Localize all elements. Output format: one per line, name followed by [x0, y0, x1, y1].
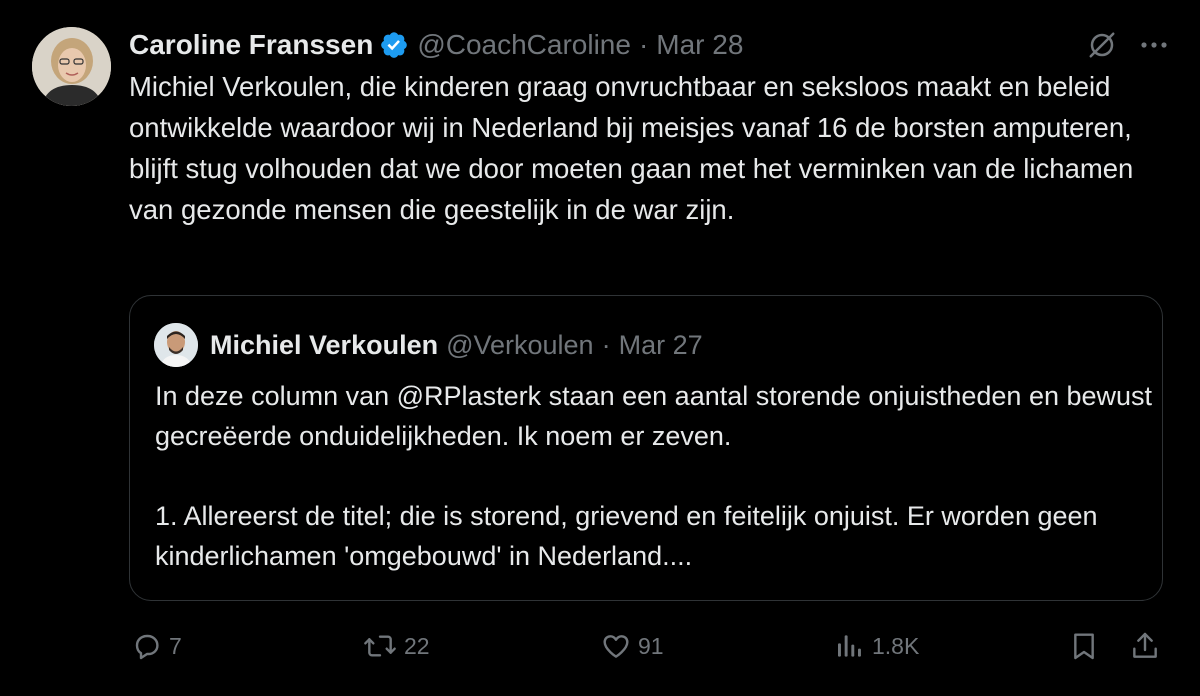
quote-date: Mar 27 — [618, 329, 703, 360]
author-avatar[interactable] — [32, 27, 111, 106]
quote-author-handle: @Verkoulen — [446, 329, 594, 360]
quote-paragraph-1: In deze column van @RPlasterk staan een … — [155, 381, 1153, 451]
tweet-date[interactable]: Mar 28 — [656, 29, 743, 61]
reply-button[interactable]: 7 — [131, 630, 182, 662]
top-actions — [1087, 30, 1169, 60]
repost-count: 22 — [404, 632, 430, 659]
like-button[interactable]: 91 — [600, 630, 664, 662]
quote-separator: · — [601, 329, 611, 360]
views-count: 1.8K — [872, 632, 920, 659]
quote-text: In deze column van @RPlasterk staan een … — [155, 376, 1155, 576]
reply-icon — [131, 630, 163, 662]
share-icon — [1129, 630, 1161, 662]
views-button[interactable]: 1.8K — [834, 630, 919, 662]
tweet-header: Caroline Franssen @CoachCaroline · Mar 2… — [129, 26, 1169, 64]
repost-icon — [362, 630, 398, 662]
action-bar: 7 22 91 1.8K — [0, 626, 1200, 670]
quote-header: Michiel Verkoulen @Verkoulen · Mar 27 — [154, 323, 703, 367]
share-button[interactable] — [1129, 630, 1161, 662]
grok-icon[interactable] — [1087, 30, 1117, 60]
reply-count: 7 — [169, 632, 182, 659]
verified-badge-icon — [379, 30, 409, 60]
header-separator: · — [638, 29, 649, 60]
quote-author-avatar — [154, 323, 198, 367]
repost-button[interactable]: 22 — [362, 630, 430, 662]
tweet-content: Caroline Franssen @CoachCaroline · Mar 2… — [129, 26, 1169, 230]
tweet[interactable]: Caroline Franssen @CoachCaroline · Mar 2… — [0, 0, 1200, 696]
like-count: 91 — [638, 632, 664, 659]
bookmark-icon — [1068, 630, 1100, 662]
tweet-text: Michiel Verkoulen, die kinderen graag on… — [129, 71, 1134, 225]
like-icon — [600, 630, 632, 662]
bookmark-button[interactable] — [1068, 630, 1100, 662]
quote-author-name: Michiel Verkoulen — [210, 329, 439, 360]
author-handle[interactable]: @CoachCaroline — [417, 29, 631, 61]
views-icon — [834, 630, 866, 662]
quoted-tweet[interactable]: Michiel Verkoulen @Verkoulen · Mar 27 In… — [129, 295, 1163, 601]
quote-paragraph-2: 1. Allereerst de titel; die is storend, … — [155, 501, 1098, 571]
author-name[interactable]: Caroline Franssen — [129, 29, 373, 61]
more-options-icon[interactable] — [1139, 40, 1169, 50]
avatar-image — [32, 27, 111, 106]
